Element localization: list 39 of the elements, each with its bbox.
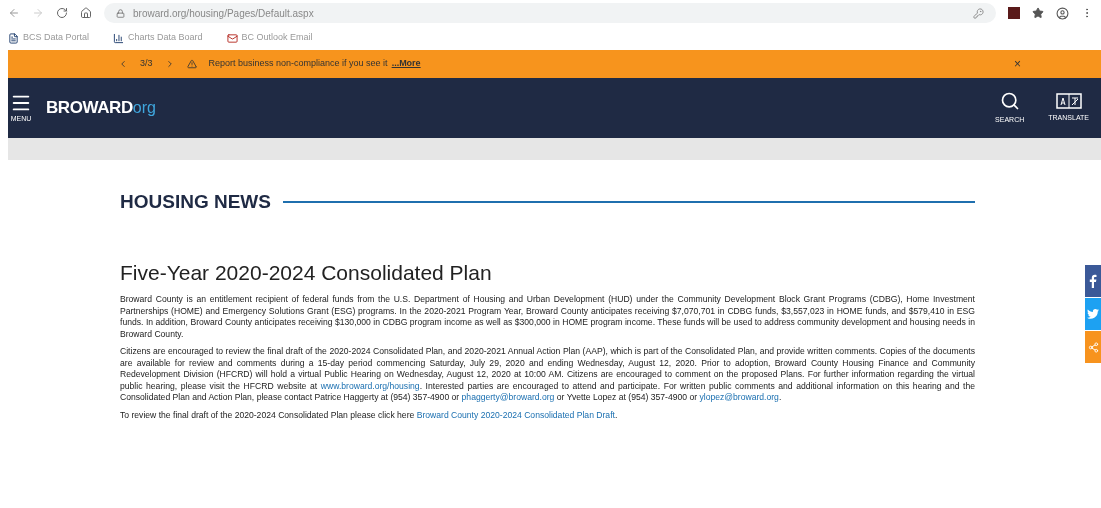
reload-icon[interactable]	[56, 7, 68, 19]
close-button[interactable]: ×	[1014, 55, 1021, 73]
key-icon[interactable]	[973, 7, 984, 19]
back-icon[interactable]	[8, 7, 20, 19]
twitter-button[interactable]	[1085, 298, 1101, 330]
article-paragraph: To review the final draft of the 2020-2024 Consolidated Plan please click here Broward County 2020-2024 Consolidated Plan Draft.	[120, 409, 619, 421]
article-paragraph: Broward County is an entitlement recipient of federal funds from the U.S. Department of Housing and Urban Development (HUD) under the Community Development Block Grant Programs (CDBG), Home Investment Partnerships (HOME) and Emergency Solutions Grant (ESG) programs. In the 2020-2021 Program Year, Broward County anticipates receiving $7,070,701 in CDBG funds, $3,557,023 in HOME funds, and $579,410 in ESG funds. In addition, Broward County anticipates receiving $130,000 in CDBG program income as well as $300,000 in HOME program income. These funds will be used to address community development and housing needs in Broward County.	[120, 294, 975, 340]
text-link[interactable]: www.broward.org/housing	[320, 380, 420, 391]
section-title: HOUSING NEWS	[120, 190, 271, 214]
lock-icon	[116, 8, 125, 18]
warning-icon	[186, 59, 197, 69]
alert-counter: 3/3	[140, 57, 153, 71]
article-paragraph: Citizens are encouraged to review the final draft of the 2020-2024 Consolidated Plan, and 2020-2021 Annual Action Plan (AAP), which is part of the Consolidated Plan, and provide written comments. Copies of the documents are available for review and comments during a 15-day period commencing Saturday, July 29, 2020 and ending Wednesday, August 12, 2020. Prior to adoption, Broward County Housing Finance and Community Redevelopment Division (HFCRD) will hold a virtual Public Hearing on Wednesday, August 12, 2020 at 10:00 AM. Citizens are encouraged to comment on the proposed Plans. For further information regarding the virtual public hearing, please visit the HFCRD website at www.broward.org/housing. Interested parties are encouraged to attend and participate. For written public comments and additional information on this hearing and the Consolidated Plan and Action Plan, please contact Patrice Haggerty at (954) 357-4900 or phaggerty@broward.org or Yvette Lopez at (954) 357-4900 or ylopez@broward.org.	[120, 346, 975, 404]
article-title: Five-Year 2020-2024 Consolidated Plan	[120, 259, 493, 286]
share-icon	[1087, 341, 1099, 353]
share-button[interactable]	[1085, 331, 1101, 363]
more-link[interactable]: ...More	[391, 57, 421, 71]
search-icon	[999, 90, 1020, 111]
translate-icon	[1055, 92, 1082, 109]
mail-icon	[226, 32, 238, 44]
previous-icon[interactable]	[118, 59, 128, 69]
home-icon[interactable]	[80, 7, 92, 19]
bookmark[interactable]: BC Outlook Email	[226, 31, 313, 45]
facebook-button[interactable]	[1085, 265, 1101, 297]
site-logo[interactable]: BROWARDorg	[46, 95, 156, 121]
bookmark[interactable]: BCS Data Portal	[8, 31, 90, 45]
alert-message: Report business non-compliance if you see it	[208, 57, 388, 71]
bird-icon	[1087, 309, 1099, 319]
bar-chart-icon	[113, 32, 125, 44]
text-link[interactable]: ylopez@broward.org	[699, 392, 779, 402]
profile-icon[interactable]	[1056, 6, 1069, 20]
text-link[interactable]: phaggerty@broward.org	[461, 392, 555, 402]
text-link[interactable]: Broward County 2020-2024 Consolidated Plan Draft	[416, 409, 615, 420]
address-bar[interactable]: broward.org/housing/Pages/Default.aspx	[104, 3, 996, 23]
star-icon[interactable]	[1032, 7, 1044, 19]
facebook-icon	[1089, 274, 1097, 288]
url-text: broward.org/housing/Pages/Default.aspx	[133, 6, 314, 21]
document-icon	[8, 32, 19, 44]
bookmark[interactable]: Charts Data Board	[113, 31, 203, 45]
